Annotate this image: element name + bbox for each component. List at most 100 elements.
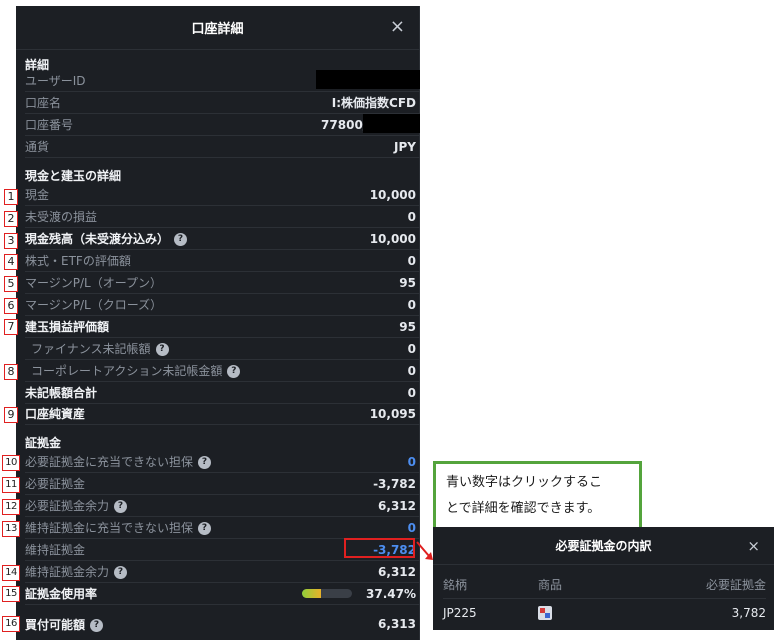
annotation-badge: 6 (4, 298, 18, 314)
note-line-2: とで詳細を確認できます。 (446, 501, 601, 516)
row-value: 6,312 (378, 498, 416, 513)
row-label: 買付可能額? (25, 616, 378, 633)
annotation-badge: 11 (2, 477, 20, 493)
row-label-text: 必要証拠金に充当できない担保 (25, 455, 194, 469)
row-value: 37.47% (366, 586, 416, 601)
row-label-text: コーポレートアクション未記帳金額 (31, 364, 223, 378)
annotation-badge: 2 (4, 211, 18, 227)
margin-row-10: 必要証拠金に充当できない担保? 0 (25, 451, 420, 473)
annotation-badge: 13 (2, 521, 20, 537)
row-label: 維持証拠金 (25, 543, 86, 557)
annotation-badge: 4 (4, 254, 18, 270)
redacted-account-number (363, 114, 420, 133)
table-row[interactable]: JP225 3,782 (443, 599, 766, 627)
row-label: 維持証拠金余力? (25, 563, 378, 580)
row-label: 未受渡の損益 (25, 210, 98, 224)
close-icon[interactable]: × (390, 18, 405, 36)
annotation-badge: 7 (4, 319, 18, 335)
cash-row-9: 口座純資産 10,095 (25, 403, 420, 425)
row-value: 6,313 (378, 617, 416, 631)
annotation-badge: 5 (4, 276, 18, 292)
redacted-user-id (316, 70, 420, 89)
annotation-badge: 16 (2, 616, 20, 632)
row-label: 現金残高（未受渡分込み）? (25, 230, 370, 247)
margin-row-15: 証拠金使用率 37.47% (25, 583, 420, 605)
row-value: -3,782 (373, 476, 416, 491)
details-row-currency: 通貨 JPY (25, 136, 420, 158)
row-value: 0 (407, 363, 416, 378)
margin-usage-bar (302, 589, 353, 598)
cash-row-3: 現金残高（未受渡分込み）? 10,000 (25, 228, 420, 250)
column-header-product: 商品 (538, 578, 563, 592)
annotation-badge: 3 (4, 233, 18, 249)
margin-row-12: 必要証拠金余力? 6,312 (25, 495, 420, 517)
help-icon[interactable]: ? (198, 522, 212, 535)
margin-row-11: 必要証拠金 -3,782 (25, 473, 420, 495)
row-label: 必要証拠金余力? (25, 497, 378, 514)
margin-row-16: 買付可能額? 6,313 (25, 613, 420, 635)
cash-row-4: 株式・ETFの評価額 0 (25, 250, 420, 272)
row-label-text: 必要証拠金余力 (25, 499, 110, 513)
annotation-note: 青い数字はクリックするこ とで詳細を確認できます。 (433, 461, 642, 530)
row-label: コーポレートアクション未記帳金額? (25, 362, 408, 379)
cell-margin: 3,782 (731, 606, 766, 620)
row-label: 通貨 (25, 140, 50, 154)
help-icon[interactable]: ? (198, 456, 212, 469)
margin-row-14: 維持証拠金余力? 6,312 (25, 561, 420, 583)
section-cash-title: 現金と建玉の詳細 (25, 169, 122, 183)
row-value: 0 (407, 253, 416, 268)
row-value: 95 (399, 275, 416, 290)
help-icon[interactable]: ? (174, 233, 188, 246)
row-value: 95 (399, 319, 416, 334)
help-icon[interactable]: ? (155, 343, 169, 356)
help-icon[interactable]: ? (114, 566, 128, 579)
cash-row-1: 現金 10,000 (25, 184, 420, 206)
panel-title: 口座詳細 (191, 22, 244, 37)
cash-row-7: 建玉損益評価額 95 (25, 316, 420, 338)
row-label: 維持証拠金に充当できない担保? (25, 519, 408, 536)
details-row-account-number: 口座番号 77800/I1 (25, 114, 420, 136)
column-header-margin: 必要証拠金 (705, 578, 766, 592)
row-label: 口座番号 (25, 118, 74, 132)
row-label: 口座純資産 (25, 407, 86, 421)
details-row-account-name: 口座名 I:株価指数CFD (25, 92, 420, 114)
row-value: 0 (407, 341, 416, 356)
row-value-link[interactable]: 0 (408, 521, 420, 535)
row-label: 建玉損益評価額 (25, 320, 110, 334)
help-icon[interactable]: ? (90, 618, 104, 632)
row-label: 必要証拠金 (25, 477, 86, 491)
row-label-text: ファイナンス未記帳額 (31, 342, 151, 356)
row-label: 株式・ETFの評価額 (25, 254, 131, 268)
popup-header: 必要証拠金の内訳 × (433, 527, 774, 565)
row-label-text: 維持証拠金余力 (25, 565, 110, 579)
annotation-badge: 15 (2, 586, 20, 602)
cash-row-8: コーポレートアクション未記帳金額? 0 (25, 360, 420, 382)
annotation-badge: 9 (4, 407, 18, 423)
highlight-box (344, 538, 415, 558)
annotation-badge: 14 (2, 565, 20, 581)
row-value: 10,095 (369, 406, 416, 421)
row-label: マージンP/L（オープン） (25, 276, 163, 290)
margin-breakdown-popup: 必要証拠金の内訳 × 銘柄 商品 必要証拠金 JP225 3,782 (433, 527, 774, 630)
cash-row-6: マージンP/L（クローズ） 0 (25, 294, 420, 316)
row-label: 現金 (25, 188, 50, 202)
table-header: 銘柄 商品 必要証拠金 (443, 571, 766, 599)
row-value: 10,000 (369, 187, 416, 202)
row-value: 10,000 (369, 231, 416, 246)
row-value: JPY (394, 139, 416, 154)
row-label-text: 維持証拠金に充当できない担保 (25, 521, 194, 535)
close-icon[interactable]: × (747, 537, 760, 555)
popup-title: 必要証拠金の内訳 (555, 539, 652, 553)
row-label: 必要証拠金に充当できない担保? (25, 453, 408, 470)
cfd-icon (538, 606, 552, 621)
cash-row-5: マージンP/L（オープン） 95 (25, 272, 420, 294)
cell-product (538, 606, 658, 621)
help-icon[interactable]: ? (114, 500, 128, 513)
row-label: マージンP/L（クローズ） (25, 298, 163, 312)
annotation-badge: 1 (4, 189, 18, 205)
cell-symbol: JP225 (443, 606, 477, 620)
note-line-1: 青い数字はクリックするこ (446, 475, 603, 490)
row-label: ファイナンス未記帳額? (25, 340, 408, 357)
help-icon[interactable]: ? (227, 365, 241, 378)
row-value-link[interactable]: 0 (408, 455, 420, 469)
